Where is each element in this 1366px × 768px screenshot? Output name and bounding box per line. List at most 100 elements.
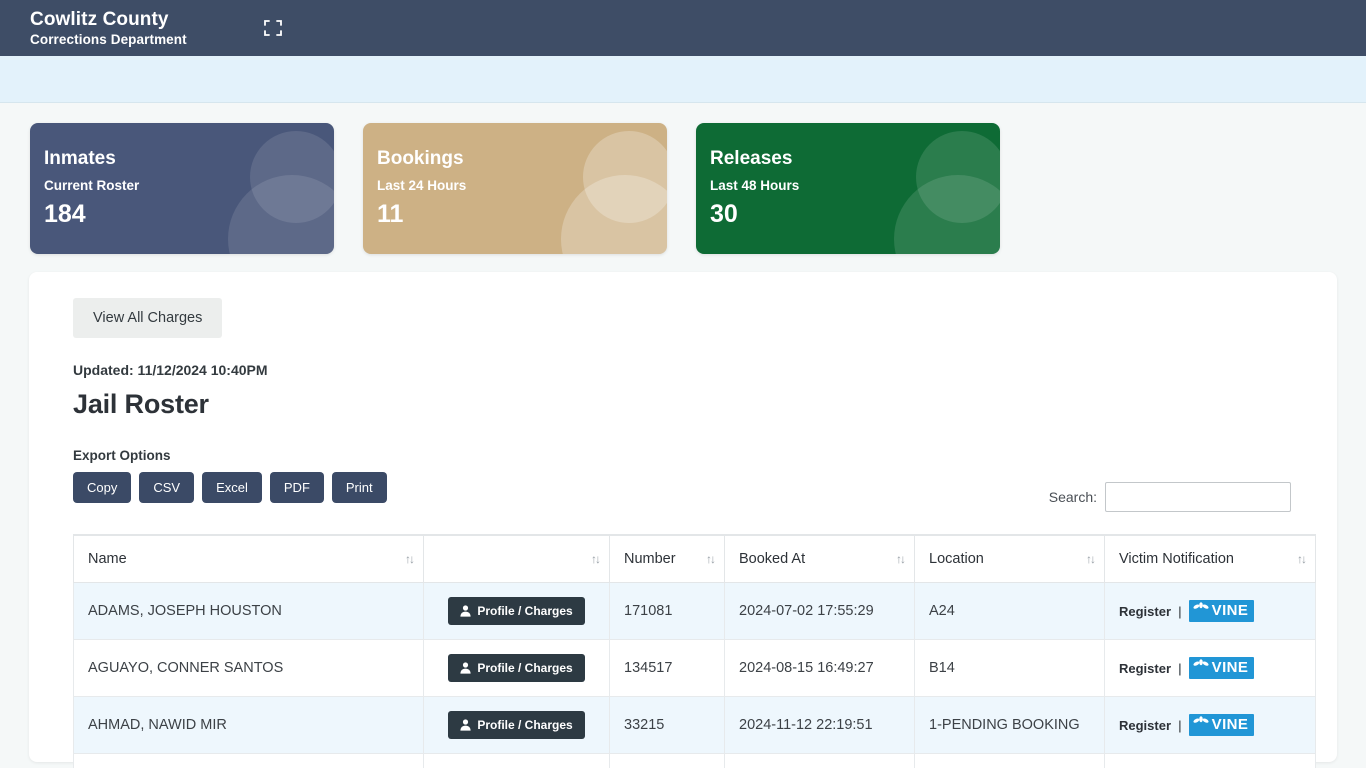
column-header-victim-notification[interactable]: Victim Notification ↑↓: [1104, 534, 1316, 583]
vine-badge[interactable]: VINE: [1188, 657, 1255, 679]
export-options-label: Export Options: [73, 448, 171, 463]
cell-booked-at: [724, 753, 915, 768]
vine-sprout-icon: [1193, 659, 1209, 677]
stat-title: Bookings: [377, 148, 464, 169]
sort-updown-icon: ↑↓: [896, 552, 906, 566]
column-label: Victim Notification: [1119, 551, 1234, 567]
stat-subtitle: Current Roster: [44, 178, 140, 193]
app-header: Cowlitz County Corrections Department: [0, 0, 1366, 56]
profile-charges-label: Profile / Charges: [477, 661, 573, 675]
export-excel-button[interactable]: Excel: [202, 472, 262, 503]
cell-booked-at: 2024-07-02 17:55:29: [724, 582, 915, 640]
cell-name: ADAMS, JOSEPH HOUSTON: [73, 582, 424, 640]
stat-title: Releases: [710, 148, 793, 169]
stat-card-row: Inmates Current Roster 184 Bookings Last…: [0, 103, 1366, 254]
column-label: Name: [88, 551, 127, 567]
cell-booked-at: 2024-11-12 22:19:51: [724, 696, 915, 754]
cell-location: [914, 753, 1105, 768]
stat-value: 184: [44, 200, 86, 228]
fullscreen-expand-icon[interactable]: [262, 17, 284, 39]
vine-label: VINE: [1211, 716, 1249, 733]
stat-value: 30: [710, 200, 738, 228]
info-banner: [0, 56, 1366, 103]
cell-number: 33215: [609, 696, 725, 754]
table-row[interactable]: AGUAYO, CONNER SANTOS Profile / Charges …: [73, 639, 1316, 697]
stat-title: Inmates: [44, 148, 116, 169]
cell-location: B14: [914, 639, 1105, 697]
cell-action: Profile / Charges: [423, 753, 610, 768]
vine-sprout-icon: [1193, 602, 1209, 620]
cell-action: Profile / Charges: [423, 639, 610, 697]
export-print-button[interactable]: Print: [331, 472, 387, 503]
column-header-number[interactable]: Number ↑↓: [609, 534, 725, 583]
page-title: Jail Roster: [73, 389, 209, 419]
table-head: Name ↑↓ ↑↓ Number ↑↓ Booked At ↑↓ Locati…: [73, 534, 1316, 583]
updated-timestamp: Updated: 11/12/2024 10:40PM: [73, 362, 268, 378]
search-label: Search:: [1048, 489, 1097, 505]
vine-sprout-icon: [1193, 716, 1209, 734]
search-input[interactable]: [1105, 482, 1291, 512]
table-row[interactable]: AHMAD, NAWID MIR Profile / Charges 33215: [73, 696, 1316, 754]
cell-action: Profile / Charges: [423, 696, 610, 754]
cell-number: 171081: [609, 582, 725, 640]
brand-subtitle: Corrections Department: [30, 31, 187, 47]
brand-title: Cowlitz County: [30, 8, 169, 30]
export-copy-button[interactable]: Copy: [73, 472, 132, 503]
profile-charges-button[interactable]: Profile / Charges: [448, 711, 585, 739]
table-header-row: Name ↑↓ ↑↓ Number ↑↓ Booked At ↑↓ Locati…: [73, 534, 1316, 583]
profile-charges-button[interactable]: Profile / Charges: [448, 597, 585, 625]
roster-table: Name ↑↓ ↑↓ Number ↑↓ Booked At ↑↓ Locati…: [73, 534, 1316, 768]
cell-action: Profile / Charges: [423, 582, 610, 640]
column-header-action[interactable]: ↑↓: [423, 534, 610, 583]
column-header-name[interactable]: Name ↑↓: [73, 534, 424, 583]
profile-charges-label: Profile / Charges: [477, 718, 573, 732]
column-label: Location: [929, 551, 984, 567]
stat-card-releases[interactable]: Releases Last 48 Hours 30: [696, 123, 1000, 254]
register-link[interactable]: Register: [1119, 718, 1171, 733]
cell-victim-notification: Register | VINE: [1104, 696, 1316, 754]
cell-victim-notification: Register | VINE: [1104, 582, 1316, 640]
column-header-booked-at[interactable]: Booked At ↑↓: [724, 534, 915, 583]
export-pdf-button[interactable]: PDF: [269, 472, 324, 503]
sort-updown-icon: ↑↓: [1297, 552, 1307, 566]
profile-charges-label: Profile / Charges: [477, 604, 573, 618]
person-icon: [460, 605, 471, 617]
vine-badge[interactable]: VINE: [1188, 714, 1255, 736]
cell-victim-notification: Register | VINE: [1104, 639, 1316, 697]
table-body: ADAMS, JOSEPH HOUSTON Profile / Charges …: [73, 582, 1316, 768]
table-row[interactable]: Profile / Charges: [73, 753, 1316, 768]
cell-name: AHMAD, NAWID MIR: [73, 696, 424, 754]
person-icon: [460, 662, 471, 674]
separator: |: [1178, 660, 1182, 676]
profile-charges-button[interactable]: Profile / Charges: [448, 654, 585, 682]
brand: Cowlitz County Corrections Department: [30, 9, 187, 48]
cell-location: A24: [914, 582, 1105, 640]
register-link[interactable]: Register: [1119, 661, 1171, 676]
cell-victim-notification: [1104, 753, 1316, 768]
register-link[interactable]: Register: [1119, 604, 1171, 619]
export-csv-button[interactable]: CSV: [139, 472, 195, 503]
victim-notification-group: Register | VINE: [1119, 714, 1301, 736]
view-all-charges-button[interactable]: View All Charges: [73, 298, 223, 338]
column-header-location[interactable]: Location ↑↓: [914, 534, 1105, 583]
vine-label: VINE: [1211, 602, 1249, 619]
stat-subtitle: Last 24 Hours: [377, 178, 467, 193]
person-icon: [460, 719, 471, 731]
column-label: Booked At: [739, 551, 806, 567]
stat-card-bookings[interactable]: Bookings Last 24 Hours 11: [363, 123, 667, 254]
roster-panel: View All Charges Updated: 11/12/2024 10:…: [29, 272, 1337, 768]
sort-updown-icon: ↑↓: [1086, 552, 1096, 566]
cell-number: [609, 753, 725, 768]
stat-value: 11: [377, 200, 404, 228]
victim-notification-group: Register | VINE: [1119, 657, 1301, 679]
stat-card-inmates[interactable]: Inmates Current Roster 184: [30, 123, 334, 254]
table-row[interactable]: ADAMS, JOSEPH HOUSTON Profile / Charges …: [73, 582, 1316, 640]
sort-updown-icon: ↑↓: [591, 552, 601, 566]
stat-subtitle: Last 48 Hours: [710, 178, 800, 193]
separator: |: [1178, 717, 1182, 733]
vine-label: VINE: [1211, 659, 1249, 676]
vine-badge[interactable]: VINE: [1188, 600, 1255, 622]
separator: |: [1178, 603, 1182, 619]
cell-number: 134517: [609, 639, 725, 697]
sort-updown-icon: ↑↓: [706, 552, 716, 566]
